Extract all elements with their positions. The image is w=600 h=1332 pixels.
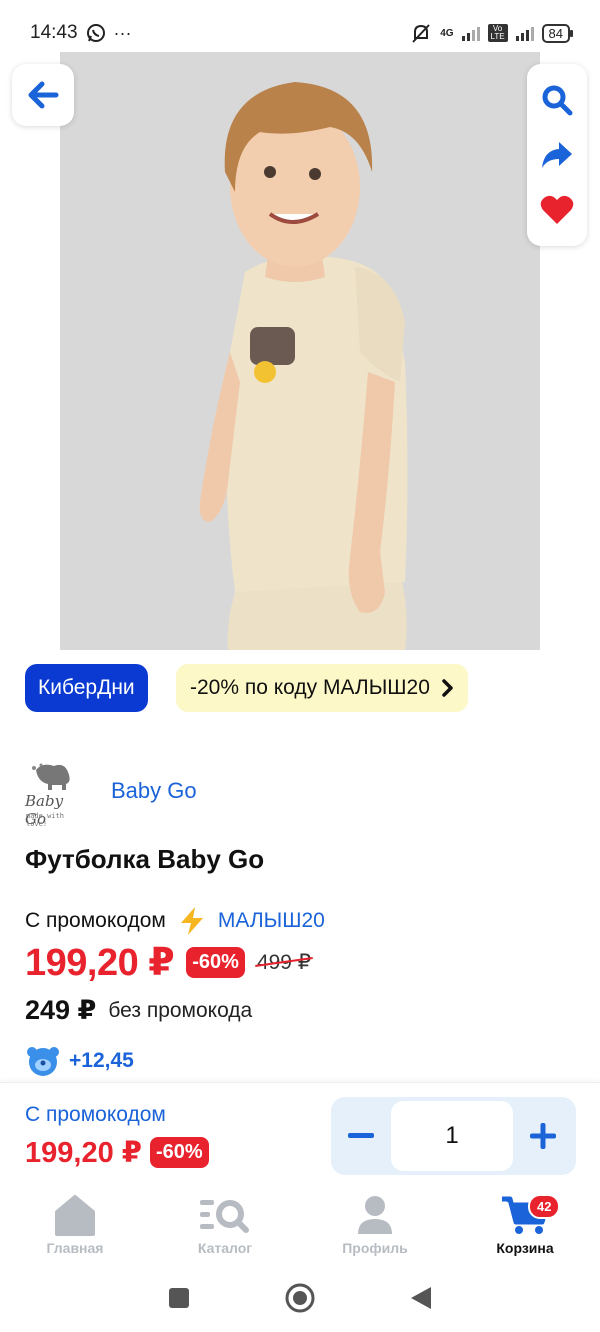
cart-count-badge: 42 — [528, 1194, 561, 1219]
product-photo[interactable] — [60, 52, 540, 650]
buy-panel-promo-label: С промокодом — [25, 1103, 166, 1126]
signal-strength-icon — [461, 25, 480, 41]
product-title: Футболка Baby Go — [25, 844, 265, 874]
decrease-quantity-button[interactable] — [331, 1097, 391, 1175]
recent-apps-icon[interactable] — [167, 1286, 191, 1310]
search-icon — [542, 85, 573, 116]
promo-price: 199,20 ₽ — [25, 942, 175, 984]
brand-logo-tagline: made with love! — [26, 812, 64, 828]
tab-catalog-label: Каталог — [197, 1240, 253, 1256]
catalog-search-icon — [200, 1200, 249, 1233]
tab-home-label: Главная — [46, 1240, 104, 1256]
bottom-tab-bar: Главная Каталог Профиль 42 Корзина — [0, 1184, 600, 1264]
promo-chip-label: -20% по коду МАЛЫШ20 — [190, 676, 430, 699]
child-tshirt-photo — [60, 52, 540, 650]
regular-price-line: 249 ₽ без промокода — [25, 995, 252, 1026]
home-icon — [55, 1195, 95, 1236]
status-time: 14:43 — [30, 22, 78, 43]
bonus-bear-icon — [27, 1047, 59, 1076]
favorite-button[interactable] — [535, 188, 579, 232]
heart-icon — [540, 196, 574, 225]
more-notifications-icon: ··· — [113, 22, 132, 43]
buy-panel-discount-badge: -60% — [149, 1137, 209, 1168]
signal-strength-icon-2 — [515, 25, 534, 41]
chevron-right-icon — [442, 679, 453, 697]
minus-icon — [348, 1133, 374, 1138]
tab-catalog[interactable]: Каталог — [150, 1184, 300, 1264]
promo-code-chip[interactable]: -20% по коду МАЛЫШ20 — [176, 664, 468, 712]
share-arrow-icon — [542, 141, 572, 168]
search-button[interactable] — [535, 78, 579, 122]
system-nav-bar — [0, 1264, 600, 1332]
buy-panel-price: 199,20 ₽ — [25, 1137, 142, 1169]
tab-cart[interactable]: 42 Корзина — [450, 1184, 600, 1264]
bonus-value: +12,45 — [69, 1049, 134, 1072]
quantity-stepper: 1 — [331, 1097, 576, 1175]
tab-cart-label: Корзина — [496, 1240, 554, 1256]
discount-badge: -60% — [186, 947, 245, 978]
promo-code-link[interactable]: МАЛЫШ20 — [218, 909, 325, 933]
battery-indicator: 84 — [541, 23, 574, 43]
bonus-line[interactable]: +12,45 — [25, 1044, 134, 1078]
tab-profile[interactable]: Профиль — [300, 1184, 450, 1264]
increase-quantity-button[interactable] — [513, 1097, 573, 1175]
event-chip-label: КиберДни — [38, 676, 135, 699]
profile-icon — [358, 1196, 392, 1234]
quantity-value[interactable]: 1 — [391, 1101, 513, 1171]
home-circle-icon[interactable] — [284, 1282, 316, 1314]
muted-bell-icon — [412, 24, 430, 43]
tab-home[interactable]: Главная — [0, 1184, 150, 1264]
whatsapp-icon — [86, 24, 105, 42]
back-button[interactable] — [12, 64, 74, 126]
event-chip[interactable]: КиберДни — [25, 664, 148, 712]
promo-code-line: С промокодом МАЛЫШ20 — [25, 906, 325, 936]
lightning-icon — [180, 907, 203, 935]
plus-icon — [530, 1123, 556, 1149]
product-actions — [527, 64, 587, 246]
old-price: 499 ₽ — [256, 951, 312, 974]
back-triangle-icon[interactable] — [409, 1285, 433, 1311]
regular-price: 249 ₽ — [25, 995, 97, 1025]
tab-profile-label: Профиль — [342, 1240, 408, 1256]
promo-label: С промокодом — [25, 909, 166, 932]
regular-price-label: без промокода — [108, 998, 253, 1022]
network-type-label: 4G — [440, 27, 454, 39]
volte-label: Vo LTE — [487, 24, 508, 42]
brand-logo[interactable]: Baby Go made with love! — [22, 762, 88, 828]
share-button[interactable] — [535, 133, 579, 177]
buy-panel-price-line: 199,20 ₽ -60% — [25, 1135, 209, 1170]
buy-panel: С промокодом 199,20 ₽ -60% 1 — [0, 1082, 600, 1184]
arrow-left-icon — [28, 81, 59, 109]
brand-name-link[interactable]: Baby Go — [111, 778, 197, 804]
promo-price-line: 199,20 ₽ -60% 499 ₽ — [25, 940, 311, 985]
